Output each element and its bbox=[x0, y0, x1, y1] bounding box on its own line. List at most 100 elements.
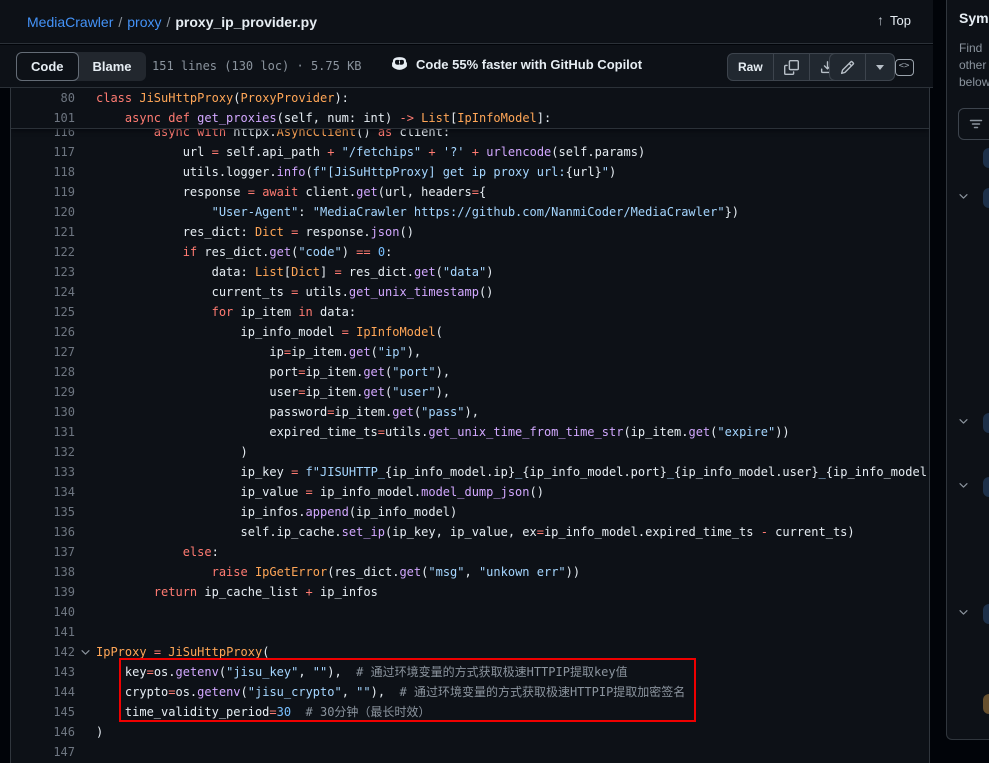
code-text: password=ip_item.get("pass"), bbox=[96, 402, 929, 422]
line-number[interactable]: 120 bbox=[11, 202, 75, 222]
tab-code[interactable]: Code bbox=[16, 52, 79, 81]
symbol-item[interactable] bbox=[983, 477, 989, 497]
fold-toggle-icon[interactable] bbox=[75, 642, 96, 662]
line-number[interactable]: 121 bbox=[11, 222, 75, 242]
code-text: ip_value = ip_info_model.model_dump_json… bbox=[96, 482, 929, 502]
edit-button-group bbox=[829, 53, 895, 81]
symbols-panel-toggle-button[interactable]: <> bbox=[890, 53, 918, 81]
line-number[interactable]: 80 bbox=[11, 88, 75, 108]
line-number[interactable]: 134 bbox=[11, 482, 75, 502]
code-line: 134 ip_value = ip_info_model.model_dump_… bbox=[11, 482, 929, 502]
code-line: 127 ip=ip_item.get("ip"), bbox=[11, 342, 929, 362]
line-number[interactable]: 140 bbox=[11, 602, 75, 622]
symbol-item[interactable] bbox=[983, 604, 989, 624]
fold-spacer bbox=[75, 362, 96, 382]
code-line: 129 user=ip_item.get("user"), bbox=[11, 382, 929, 402]
chevron-down-icon bbox=[957, 415, 970, 428]
code-line: 147 bbox=[11, 742, 929, 762]
symbols-filter-button[interactable] bbox=[958, 108, 989, 140]
fold-spacer bbox=[75, 622, 96, 642]
code-line: 101 async def get_proxies(self, num: int… bbox=[11, 108, 929, 128]
chevron-down-icon bbox=[957, 190, 970, 203]
line-number[interactable]: 101 bbox=[11, 108, 75, 128]
breadcrumb-folder-link[interactable]: proxy bbox=[127, 14, 161, 30]
tree-expander-chevron-down-icon[interactable] bbox=[957, 415, 973, 431]
code-line: 143 key=os.getenv("jisu_key", ""), # 通过环… bbox=[11, 662, 929, 682]
file-toolbar: Code Blame 151 lines (130 loc) · 5.75 KB… bbox=[0, 45, 933, 88]
code-text: utils.logger.info(f"[JiSuHttpProxy] get … bbox=[96, 162, 929, 182]
fold-spacer bbox=[75, 422, 96, 442]
line-number[interactable]: 131 bbox=[11, 422, 75, 442]
line-number[interactable]: 143 bbox=[11, 662, 75, 682]
edit-button[interactable] bbox=[830, 54, 866, 80]
line-number[interactable]: 135 bbox=[11, 502, 75, 522]
code-text: self.ip_cache.set_ip(ip_key, ip_value, e… bbox=[96, 522, 929, 542]
raw-button[interactable]: Raw bbox=[728, 54, 774, 80]
fold-spacer bbox=[75, 182, 96, 202]
line-number[interactable]: 129 bbox=[11, 382, 75, 402]
line-number[interactable]: 119 bbox=[11, 182, 75, 202]
line-number[interactable]: 142 bbox=[11, 642, 75, 662]
fold-spacer bbox=[75, 88, 96, 108]
page: { "breadcrumb": { "repo": "MediaCrawler"… bbox=[0, 0, 989, 763]
line-number[interactable]: 147 bbox=[11, 742, 75, 762]
raw-button-group: Raw bbox=[727, 53, 846, 81]
line-number[interactable]: 122 bbox=[11, 242, 75, 262]
tree-expander-chevron-down-icon[interactable] bbox=[957, 606, 973, 622]
pencil-icon bbox=[840, 60, 855, 75]
fold-spacer bbox=[75, 242, 96, 262]
fold-spacer bbox=[75, 222, 96, 242]
line-number[interactable]: 137 bbox=[11, 542, 75, 562]
back-to-top-link[interactable]: ↑ Top bbox=[877, 12, 911, 28]
fold-spacer bbox=[75, 162, 96, 182]
symbol-item[interactable] bbox=[983, 148, 989, 168]
line-number[interactable]: 117 bbox=[11, 142, 75, 162]
tree-expander-chevron-down-icon[interactable] bbox=[957, 479, 973, 495]
line-number[interactable]: 128 bbox=[11, 362, 75, 382]
fold-spacer bbox=[75, 342, 96, 362]
line-number[interactable]: 124 bbox=[11, 282, 75, 302]
fold-spacer bbox=[75, 202, 96, 222]
line-number[interactable]: 145 bbox=[11, 702, 75, 722]
fold-spacer bbox=[75, 562, 96, 582]
line-number[interactable]: 136 bbox=[11, 522, 75, 542]
code-line: 120 "User-Agent": "MediaCrawler https://… bbox=[11, 202, 929, 222]
line-number[interactable]: 118 bbox=[11, 162, 75, 182]
fold-spacer bbox=[75, 382, 96, 402]
line-number[interactable]: 138 bbox=[11, 562, 75, 582]
code-line: 119 response = await client.get(url, hea… bbox=[11, 182, 929, 202]
filter-icon bbox=[968, 116, 984, 132]
line-number[interactable]: 132 bbox=[11, 442, 75, 462]
fold-spacer bbox=[75, 482, 96, 502]
symbol-item[interactable] bbox=[983, 188, 989, 208]
code-line: 118 utils.logger.info(f"[JiSuHttpProxy] … bbox=[11, 162, 929, 182]
chevron-down-icon bbox=[957, 479, 970, 492]
code-line: 117 url = self.api_path + "/fetchips" + … bbox=[11, 142, 929, 162]
fold-spacer bbox=[75, 142, 96, 162]
code-text: expired_time_ts=utils.get_unix_time_from… bbox=[96, 422, 929, 442]
copilot-banner-link[interactable]: Code 55% faster with GitHub Copilot bbox=[391, 56, 642, 73]
line-number[interactable]: 133 bbox=[11, 462, 75, 482]
line-number[interactable]: 126 bbox=[11, 322, 75, 342]
copy-button[interactable] bbox=[774, 54, 810, 80]
line-number[interactable]: 125 bbox=[11, 302, 75, 322]
line-number[interactable]: 141 bbox=[11, 622, 75, 642]
line-number[interactable]: 123 bbox=[11, 262, 75, 282]
code-line: 141 bbox=[11, 622, 929, 642]
line-number[interactable]: 146 bbox=[11, 722, 75, 742]
line-number[interactable]: 130 bbox=[11, 402, 75, 422]
tree-expander-chevron-down-icon[interactable] bbox=[957, 190, 973, 206]
code-text: key=os.getenv("jisu_key", ""), # 通过环境变量的… bbox=[96, 662, 929, 682]
symbol-item[interactable] bbox=[983, 413, 989, 433]
code-line: 130 password=ip_item.get("pass"), bbox=[11, 402, 929, 422]
tab-blame[interactable]: Blame bbox=[79, 52, 146, 81]
breadcrumb-repo-link[interactable]: MediaCrawler bbox=[27, 14, 113, 30]
line-number[interactable]: 144 bbox=[11, 682, 75, 702]
code-line: 125 for ip_item in data: bbox=[11, 302, 929, 322]
code-line: 139 return ip_cache_list + ip_infos bbox=[11, 582, 929, 602]
code-line: 135 ip_infos.append(ip_info_model) bbox=[11, 502, 929, 522]
fold-spacer bbox=[75, 282, 96, 302]
symbol-item[interactable] bbox=[983, 694, 989, 714]
line-number[interactable]: 139 bbox=[11, 582, 75, 602]
line-number[interactable]: 127 bbox=[11, 342, 75, 362]
